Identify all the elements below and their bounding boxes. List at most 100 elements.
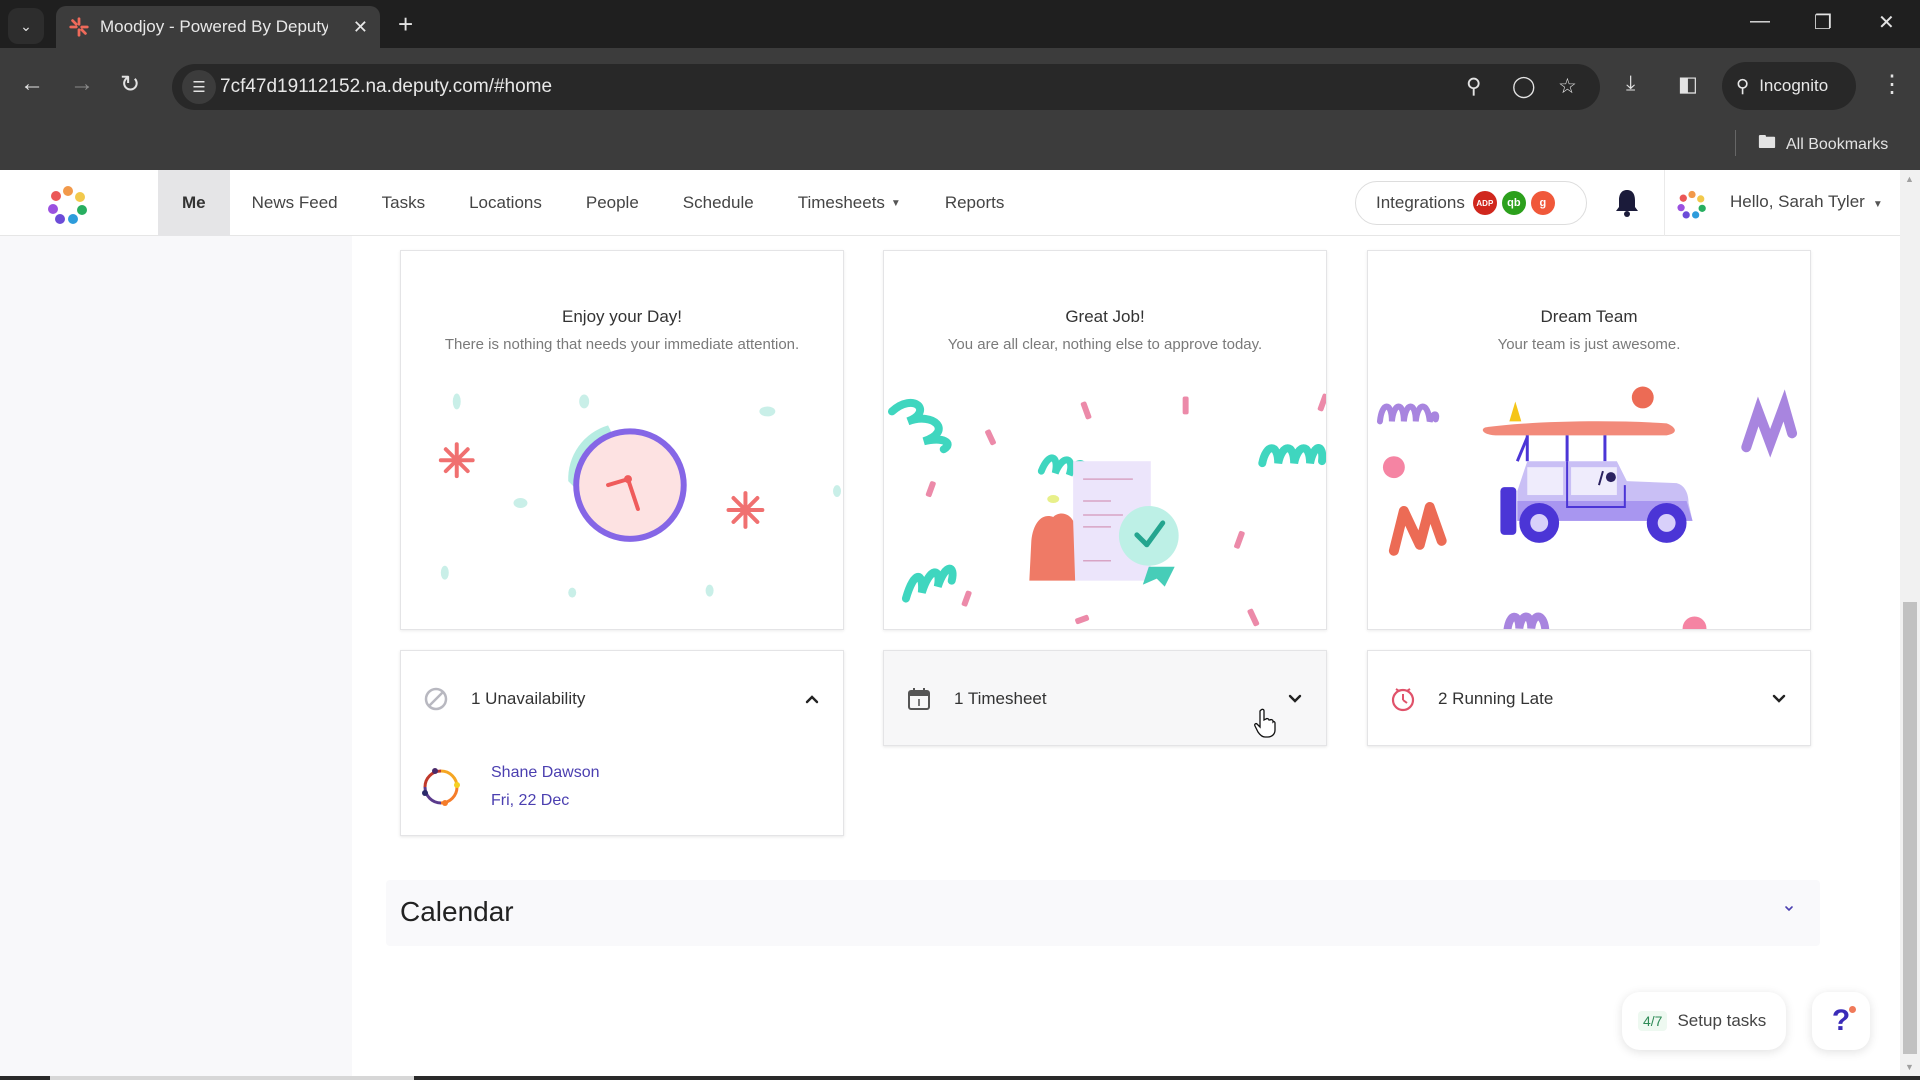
bottom-scrollbar [0, 1076, 1920, 1080]
setup-tasks-label: Setup tasks [1677, 1011, 1767, 1030]
calendar-icon [908, 688, 930, 710]
nav-timesheets[interactable]: Timesheets ▼ [776, 170, 923, 236]
close-icon[interactable]: ✕ [353, 17, 368, 38]
accordion-label: 1 Timesheet [954, 689, 1047, 708]
card-dream-team: Dream Team Your team is just awesome. [1367, 250, 1811, 630]
zoom-icon[interactable]: ⚲ [1466, 74, 1481, 99]
forward-icon[interactable]: → [70, 70, 94, 98]
hand-cursor-icon [1254, 708, 1276, 738]
nav-label: People [585, 193, 639, 212]
user-menu[interactable]: Hello, Sarah Tyler ▼ [1730, 192, 1883, 212]
calendar-section[interactable]: Calendar [386, 880, 1820, 946]
gusto-icon: g [1530, 191, 1555, 215]
window-close-icon[interactable]: ✕ [1878, 10, 1895, 35]
card-enjoy-your-day: Enjoy your Day! There is nothing that ne… [400, 250, 844, 630]
chevron-down-icon: ⌄ [20, 17, 32, 34]
greeting-text: Hello, Sarah Tyler [1730, 192, 1865, 211]
reload-icon[interactable]: ↻ [120, 70, 140, 99]
left-panel [0, 236, 352, 1080]
address-bar[interactable]: ☰ 7cf47d19112152.na.deputy.com/#home ⚲ ◯… [172, 64, 1600, 110]
main-nav: Me News Feed Tasks Locations People Sche… [158, 170, 1026, 236]
incognito-badge[interactable]: ⚲ Incognito [1722, 62, 1856, 110]
nav-tasks[interactable]: Tasks [360, 170, 447, 236]
header-divider [1664, 170, 1665, 236]
deputy-favicon-icon [69, 17, 89, 37]
chevron-up-icon[interactable] [803, 690, 821, 708]
accordion-header[interactable]: 2 Running Late [1368, 651, 1810, 747]
nav-news-feed[interactable]: News Feed [230, 170, 360, 236]
person-name-link[interactable]: Shane Dawson [491, 759, 600, 787]
nav-label: Me [182, 193, 206, 212]
site-info-icon[interactable]: ☰ [182, 70, 216, 104]
folder-icon: 🖿 [1758, 132, 1776, 152]
deputy-logo-icon[interactable] [46, 184, 90, 224]
nav-label: Reports [944, 193, 1005, 212]
card-title: Dream Team [1540, 307, 1638, 326]
tab-list-button[interactable]: ⌄ [8, 8, 44, 44]
integrations-label: Integrations [1376, 193, 1465, 212]
integrations-button[interactable]: Integrations ADP qb g [1355, 181, 1587, 225]
restore-icon[interactable]: ❐ [1814, 10, 1832, 35]
nav-label: Locations [469, 193, 542, 212]
scroll-down-icon[interactable]: ▼ [1905, 1062, 1914, 1072]
nav-schedule[interactable]: Schedule [661, 170, 776, 236]
eye-off-icon[interactable]: ◯ [1512, 74, 1536, 99]
help-icon: ? [1831, 1004, 1851, 1037]
avatar [422, 768, 460, 806]
horizontal-scroll-thumb[interactable] [50, 1076, 414, 1080]
app-header: Me News Feed Tasks Locations People Sche… [0, 170, 1900, 236]
card-title: Great Job! [1065, 307, 1145, 326]
star-icon[interactable]: ☆ [1558, 74, 1577, 99]
browser-toolbar: ← → ↻ ☰ 7cf47d19112152.na.deputy.com/#ho… [0, 48, 1920, 170]
caret-down-icon: ▼ [890, 197, 901, 209]
accordion-header[interactable]: 1 Unavailability [401, 651, 843, 747]
accordion-label: 1 Unavailability [471, 689, 586, 708]
bookmarks-divider [1735, 130, 1736, 156]
browser-tab-bar: ⌄ Moodjoy - Powered By Deputy ✕ + — ❐ ✕ [0, 0, 1920, 48]
quickbooks-icon: qb [1501, 191, 1526, 215]
calendar-title: Calendar [400, 896, 514, 927]
chevron-down-icon[interactable] [1782, 902, 1796, 916]
bookmarks-label: All Bookmarks [1786, 136, 1889, 153]
nav-label: Timesheets [797, 193, 885, 212]
help-button[interactable]: ? [1812, 992, 1870, 1050]
setup-progress-count: 4/7 [1638, 1011, 1668, 1031]
setup-tasks-button[interactable]: 4/7 Setup tasks [1622, 992, 1786, 1050]
unavailable-icon [424, 687, 448, 711]
unavailability-item[interactable]: Shane Dawson Fri, 22 Dec [419, 759, 600, 815]
nav-me[interactable]: Me [158, 170, 230, 236]
approval-illustration [887, 393, 1326, 627]
accordion-unavailability: 1 Unavailability Shane Dawson Fri, 22 De… [400, 650, 844, 836]
chevron-down-icon[interactable] [1770, 690, 1788, 708]
jeep-illustration [1376, 386, 1798, 629]
clock-illustration [438, 393, 842, 598]
scroll-thumb[interactable] [1903, 602, 1917, 1054]
browser-tab[interactable]: Moodjoy - Powered By Deputy ✕ [56, 6, 380, 48]
nav-locations[interactable]: Locations [447, 170, 564, 236]
card-subtitle: There is nothing that needs your immedia… [444, 336, 800, 353]
app-viewport: Me News Feed Tasks Locations People Sche… [0, 170, 1920, 1080]
accordion-label: 2 Running Late [1438, 689, 1554, 708]
all-bookmarks-button[interactable]: 🖿 All Bookmarks [1758, 130, 1888, 160]
page-scrollbar[interactable]: ▲ ▼ [1900, 170, 1920, 1080]
download-icon[interactable]: ⤓ [1626, 72, 1635, 96]
user-business-logo-icon[interactable] [1676, 188, 1708, 220]
new-tab-icon[interactable]: + [398, 10, 413, 38]
nav-reports[interactable]: Reports [923, 170, 1027, 236]
accordion-running-late: 2 Running Late [1367, 650, 1811, 746]
more-icon[interactable]: ⋮ [1880, 70, 1904, 99]
url-text[interactable]: 7cf47d19112152.na.deputy.com/#home [220, 76, 552, 98]
incognito-label: Incognito [1759, 76, 1829, 95]
minimize-icon[interactable]: — [1750, 10, 1770, 33]
nav-label: Schedule [682, 193, 754, 212]
chevron-down-icon[interactable] [1286, 690, 1304, 708]
bell-icon[interactable] [1614, 188, 1640, 218]
side-panel-icon[interactable]: ◧ [1678, 72, 1698, 97]
incognito-icon: ⚲ [1736, 75, 1750, 96]
nav-label: News Feed [251, 193, 338, 212]
back-icon[interactable]: ← [20, 70, 44, 98]
tab-title: Moodjoy - Powered By Deputy [100, 17, 328, 36]
unavailability-date: Fri, 22 Dec [491, 792, 570, 809]
nav-people[interactable]: People [564, 170, 661, 236]
scroll-up-icon[interactable]: ▲ [1905, 174, 1914, 184]
